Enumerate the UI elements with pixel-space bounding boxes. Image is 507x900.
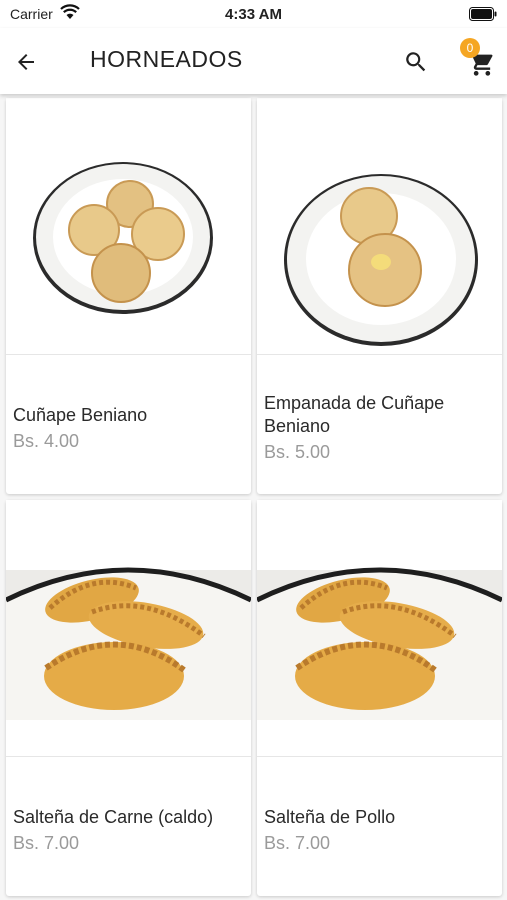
card-divider (6, 756, 251, 757)
back-arrow-icon (18, 54, 34, 70)
product-image (6, 98, 251, 354)
product-card[interactable]: Cuñape Beniano Bs. 4.00 (6, 98, 251, 494)
product-card[interactable]: Salteña de Pollo Bs. 7.00 (257, 500, 502, 896)
app-bar: HORNEADOS 0 (0, 28, 507, 94)
back-button[interactable] (6, 42, 46, 82)
product-card[interactable]: Salteña de Carne (caldo) Bs. 7.00 (6, 500, 251, 896)
product-name: Cuñape Beniano (13, 405, 148, 425)
product-info: Salteña de Pollo Bs. 7.00 (257, 806, 502, 855)
product-grid: Cuñape Beniano Bs. 4.00 Empanada de Cuña… (0, 94, 507, 900)
product-info: Cuñape Beniano Bs. 4.00 (6, 404, 251, 453)
card-divider (257, 756, 502, 757)
battery-icon (469, 7, 497, 26)
product-image (257, 98, 502, 354)
cart-button[interactable]: 0 (460, 38, 504, 86)
product-name: Salteña de Pollo (264, 807, 396, 827)
product-name: Salteña de Carne (caldo) (13, 807, 214, 827)
card-divider (257, 354, 502, 355)
product-price: Bs. 7.00 (13, 833, 80, 853)
product-price: Bs. 7.00 (264, 833, 331, 853)
page-title: HORNEADOS (90, 46, 243, 72)
search-button[interactable] (396, 42, 436, 82)
clock: 4:33 AM (225, 6, 282, 23)
product-price: Bs. 4.00 (13, 431, 80, 451)
card-divider (6, 354, 251, 355)
search-icon (406, 52, 426, 72)
product-image (257, 500, 502, 756)
cart-count-badge: 0 (460, 38, 480, 58)
product-info: Salteña de Carne (caldo) Bs. 7.00 (6, 806, 251, 855)
product-info: Empanada de Cuñape Beniano Bs. 5.00 (257, 392, 502, 464)
product-image (6, 500, 251, 756)
product-name: Empanada de Cuñape Beniano (264, 393, 445, 436)
status-bar: Carrier 4:33 AM (0, 0, 507, 28)
product-price: Bs. 5.00 (264, 442, 331, 462)
product-card[interactable]: Empanada de Cuñape Beniano Bs. 5.00 (257, 98, 502, 494)
